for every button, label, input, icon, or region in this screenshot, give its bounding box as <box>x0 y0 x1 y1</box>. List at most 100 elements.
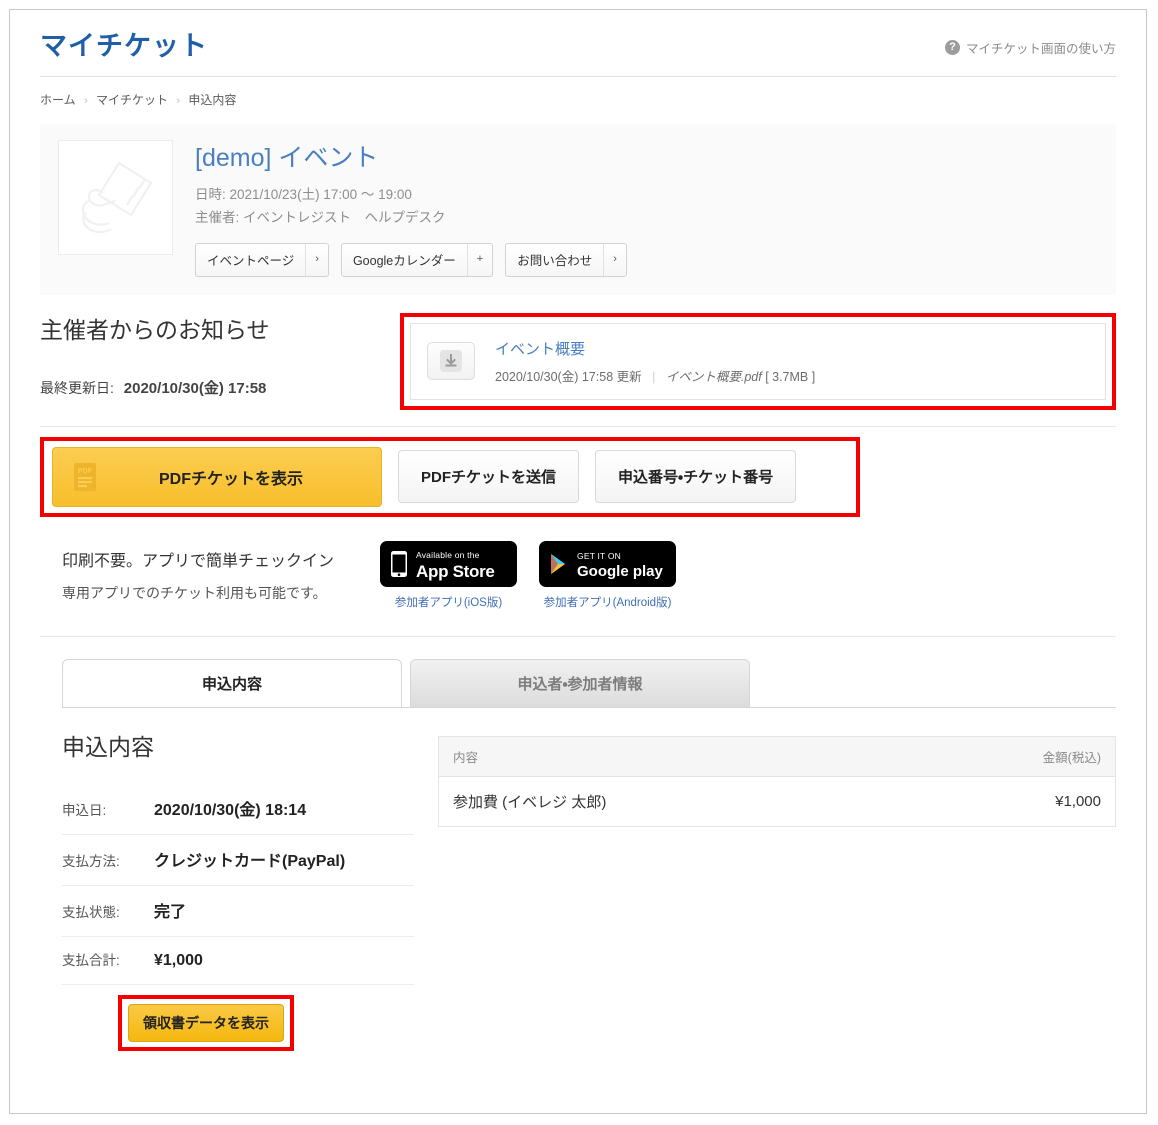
amount-table-body: 参加費 (イベレジ 太郎) ¥1,000 <box>438 776 1116 827</box>
attachment-download-button[interactable] <box>427 342 475 381</box>
google-calendar-button[interactable]: Googleカレンダー + <box>340 242 494 277</box>
app-store-badge[interactable]: Available on the App Store <box>380 540 518 587</box>
pdf-file-icon: PDF <box>74 462 96 491</box>
page-inner: マイチケット ? マイチケット画面の使い方 ホーム › マイチケット › 申込内… <box>10 10 1146 1051</box>
order-heading: 申込内容 <box>62 733 154 760</box>
order-body: 申込内容 申込日: 2020/10/30(金) 18:14 支払方法: クレジッ… <box>40 708 1116 1051</box>
plus-icon: + <box>466 243 492 276</box>
event-datetime: 日時: 2021/10/23(土) 17:00 〜 19:00 <box>195 187 412 203</box>
amount-cell-price: ¥1,000 <box>896 776 1116 827</box>
android-app-caption[interactable]: 参加者アプリ(Android版) <box>539 594 676 610</box>
show-receipt-button[interactable]: 領収書データを表示 <box>128 1003 284 1042</box>
detail-label: 支払方法: <box>62 853 120 869</box>
play-triangle-icon <box>551 553 566 574</box>
download-arrow-glyph <box>445 354 457 367</box>
organizer-notice-section: 主催者からのお知らせ 最終更新日: 2020/10/30(金) 17:58 イベ… <box>40 295 1116 410</box>
event-page-button[interactable]: イベントページ › <box>195 242 329 277</box>
store-badges: Available on the App Store 参加者アプリ(iOS版) <box>380 540 677 610</box>
event-organizer: 主催者: イベントレジスト ヘルプデスク <box>195 209 446 225</box>
attachment-filesize: [ 3.7MB ] <box>765 369 816 384</box>
app-store-badge-text: Available on the App Store <box>416 546 495 582</box>
amount-table: 内容 金額(税込) 参加費 (イベレジ 太郎) ¥1,000 <box>438 735 1116 827</box>
order-details-column: 申込内容 申込日: 2020/10/30(金) 18:14 支払方法: クレジッ… <box>62 728 414 1051</box>
receipt-highlight-box: 領収書データを表示 <box>118 994 294 1051</box>
event-page-button-label: イベントページ <box>207 253 295 268</box>
detail-value: クレジットカード(PayPal) <box>154 852 346 870</box>
event-thumbnail <box>58 139 173 255</box>
show-pdf-ticket-button[interactable]: PDF PDFチケットを表示 <box>52 446 382 507</box>
breadcrumb-separator: › <box>176 94 181 107</box>
table-row: 参加費 (イベレジ 太郎) ¥1,000 <box>438 776 1116 827</box>
last-update-value: 2020/10/30(金) 17:58 <box>123 379 267 397</box>
chevron-right-icon: › <box>305 243 328 276</box>
last-update-row: 最終更新日: 2020/10/30(金) 17:58 <box>40 377 400 398</box>
contact-button[interactable]: お問い合わせ › <box>505 242 627 277</box>
tab-participant-info[interactable]: 申込者・参加者情報 <box>410 658 750 707</box>
attachment-card: イベント概要 2020/10/30(金) 17:58 更新 | イベント概要.p… <box>410 322 1106 400</box>
amount-header-item: 内容 <box>438 736 897 777</box>
attachment-meta: 2020/10/30(金) 17:58 更新 | イベント概要.pdf [ 3.… <box>495 366 815 385</box>
ios-app-caption[interactable]: 参加者アプリ(iOS版) <box>380 594 517 610</box>
order-tabs: 申込内容 申込者・参加者情報 <box>62 658 1116 707</box>
promo-divider <box>40 635 1116 637</box>
app-promo-line1: 印刷不要。アプリで簡単チェックイン <box>62 552 335 570</box>
show-pdf-ticket-label: PDFチケットを表示 <box>158 470 303 488</box>
last-update-label: 最終更新日: <box>40 379 114 396</box>
page-header: マイチケット ? マイチケット画面の使い方 <box>40 10 1116 77</box>
android-badge-column: GET IT ON Google play 参加者アプリ(Android版) <box>539 540 677 610</box>
detail-row-payment-total: 支払合計: ¥1,000 <box>62 937 414 985</box>
google-calendar-button-label: Googleカレンダー <box>352 253 456 268</box>
app-promo-section: 印刷不要。アプリで簡単チェックイン 専用アプリでのチケット利用も可能です。 Av… <box>40 517 1116 610</box>
detail-value: ¥1,000 <box>154 951 203 969</box>
detail-value: 完了 <box>154 903 187 921</box>
event-info: [demo] イベント 日時: 2021/10/23(土) 17:00 〜 19… <box>195 140 1098 277</box>
page-container: マイチケット ? マイチケット画面の使い方 ホーム › マイチケット › 申込内… <box>9 9 1147 1114</box>
ticket-in-hand-icon <box>81 161 153 233</box>
event-summary-card: [demo] イベント 日時: 2021/10/23(土) 17:00 〜 19… <box>40 123 1116 295</box>
breadcrumb-separator: › <box>83 94 88 107</box>
order-ticket-number-button[interactable]: 申込番号・チケット番号 <box>595 450 797 504</box>
breadcrumb-item-myticket[interactable]: マイチケット <box>96 93 168 107</box>
detail-label: 支払状態: <box>62 904 120 920</box>
app-store-badge-small: Available on the <box>416 550 480 561</box>
app-store-badge-big: App Store <box>416 561 495 581</box>
breadcrumb-item-current: 申込内容 <box>188 92 237 107</box>
question-circle-icon: ? <box>944 40 960 55</box>
notice-left-column: 主催者からのお知らせ 最終更新日: 2020/10/30(金) 17:58 <box>40 317 400 398</box>
notice-divider <box>40 425 1116 427</box>
breadcrumb-item-home[interactable]: ホーム <box>40 93 76 107</box>
amount-cell-item: 参加費 (イベレジ 太郎) <box>438 776 897 827</box>
google-play-badge-big: Google play <box>577 562 663 580</box>
svg-text:PDF: PDF <box>78 468 93 475</box>
detail-row-payment-status: 支払状態: 完了 <box>62 886 414 937</box>
amount-table-column: 内容 金額(税込) 参加費 (イベレジ 太郎) ¥1,000 <box>438 728 1116 1051</box>
help-link[interactable]: ? マイチケット画面の使い方 <box>944 38 1116 57</box>
send-pdf-ticket-button[interactable]: PDFチケットを送信 <box>398 450 580 504</box>
google-play-badge[interactable]: GET IT ON Google play <box>539 540 677 587</box>
help-link-label: マイチケット画面の使い方 <box>965 42 1116 56</box>
amount-table-head: 内容 金額(税込) <box>438 736 1116 777</box>
amount-header-price: 金額(税込) <box>896 736 1116 777</box>
attachment-meta-divider: | <box>652 369 656 384</box>
app-promo-line2: 専用アプリでのチケット利用も可能です。 <box>62 584 327 601</box>
iphone-icon <box>391 550 408 577</box>
detail-label: 申込日: <box>62 802 107 818</box>
attachment-text: イベント概要 2020/10/30(金) 17:58 更新 | イベント概要.p… <box>495 338 815 385</box>
chevron-right-icon: › <box>603 243 626 276</box>
detail-row-order-date: 申込日: 2020/10/30(金) 18:14 <box>62 784 414 835</box>
detail-label: 支払合計: <box>62 952 120 968</box>
contact-button-label: お問い合わせ <box>517 253 593 268</box>
tab-order-details[interactable]: 申込内容 <box>62 658 402 707</box>
event-title[interactable]: [demo] イベント <box>195 144 1098 173</box>
detail-row-payment-method: 支払方法: クレジットカード(PayPal) <box>62 835 414 886</box>
attachment-highlight-box: イベント概要 2020/10/30(金) 17:58 更新 | イベント概要.p… <box>400 312 1116 410</box>
app-promo-text: 印刷不要。アプリで簡単チェックイン 専用アプリでのチケット利用も可能です。 <box>62 541 334 603</box>
ios-badge-column: Available on the App Store 参加者アプリ(iOS版) <box>380 540 518 610</box>
ticket-actions: PDF PDFチケットを表示 PDFチケットを送信 申込番号・チケット番号 <box>52 446 848 507</box>
google-play-badge-text: GET IT ON Google play <box>577 547 663 581</box>
event-action-buttons: イベントページ › Googleカレンダー + お問い合わせ › <box>195 242 1098 277</box>
amount-table-header-row: 内容 金額(税込) <box>438 736 1116 777</box>
attachment-title-link[interactable]: イベント概要 <box>495 338 815 359</box>
detail-value: 2020/10/30(金) 18:14 <box>154 801 307 819</box>
ticket-actions-highlight-box: PDF PDFチケットを表示 PDFチケットを送信 申込番号・チケット番号 <box>40 436 860 517</box>
